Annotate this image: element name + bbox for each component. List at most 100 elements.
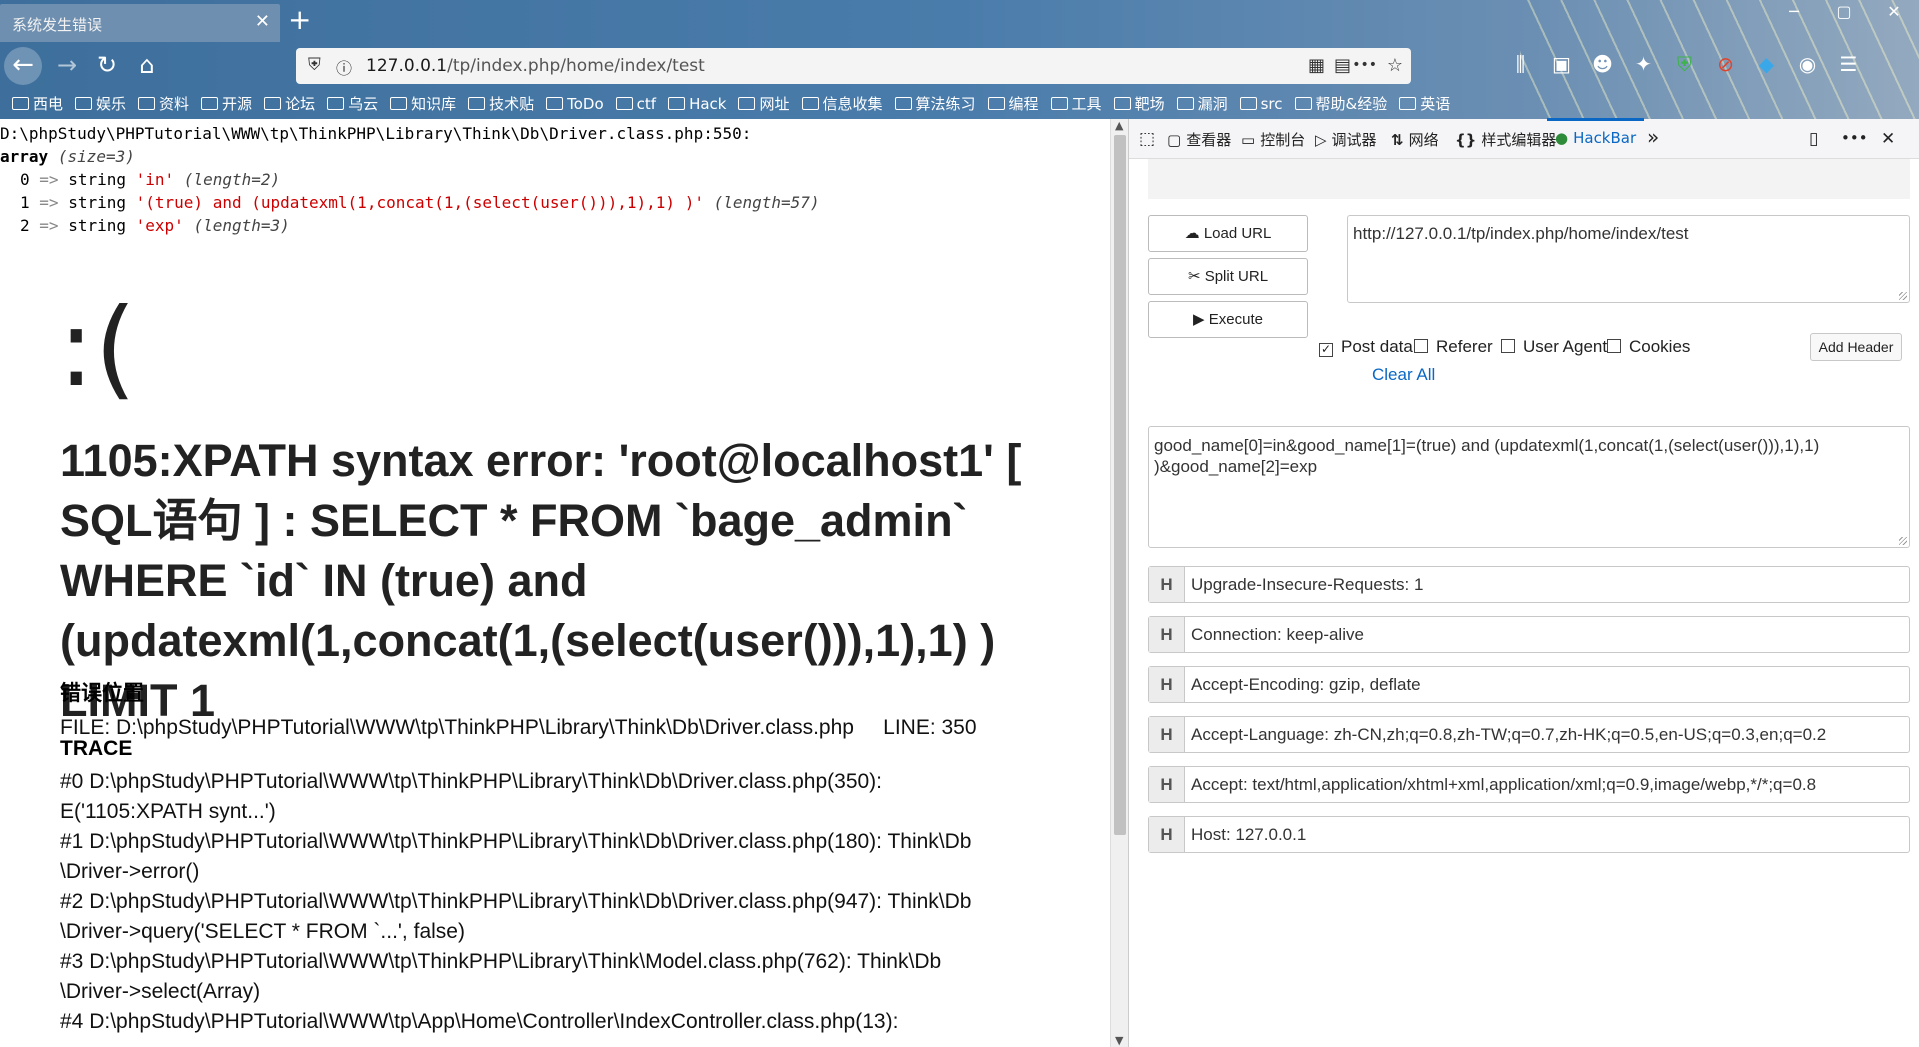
tab-style-editor[interactable]: {} 样式编辑器 — [1455, 129, 1556, 150]
bookmark-label: 网址 — [759, 95, 790, 113]
window-close-button[interactable]: ✕ — [1869, 2, 1919, 21]
execute-button[interactable]: ▶ Execute — [1148, 301, 1308, 338]
folder-icon — [390, 97, 408, 110]
dump-value: '(true) and (updatexml(1,concat(1,(selec… — [135, 193, 704, 212]
header-row[interactable]: H Accept-Encoding: gzip, deflate — [1148, 666, 1910, 703]
bookmark-folder[interactable]: 信息收集 — [801, 90, 883, 118]
header-value[interactable]: Connection: keep-alive — [1191, 625, 1364, 645]
header-row[interactable]: H Host: 127.0.0.1 — [1148, 816, 1910, 853]
clear-all-link[interactable]: Clear All — [1372, 365, 1435, 385]
tab-close-icon[interactable]: ✕ — [255, 11, 270, 32]
bookmark-folder[interactable]: src — [1239, 90, 1283, 118]
library-icon[interactable]: ⫼ — [1500, 52, 1541, 76]
bookmark-folder[interactable]: 算法练习 — [894, 90, 976, 118]
bookmark-folder[interactable]: 工具 — [1050, 90, 1102, 118]
resize-grip[interactable] — [1899, 292, 1907, 300]
proxy-icon[interactable]: ◆ — [1746, 52, 1787, 76]
theme-icon[interactable]: ◉ — [1787, 52, 1828, 76]
bookmark-folder[interactable]: 漏洞 — [1176, 90, 1228, 118]
menu-icon[interactable]: ☰ — [1828, 52, 1869, 76]
inspector-icon: ▢ — [1167, 131, 1182, 149]
maximize-button[interactable]: ▢ — [1819, 2, 1869, 21]
tab-console[interactable]: ▭ 控制台 — [1241, 129, 1305, 150]
qr-code-icon[interactable]: ▦ — [1308, 55, 1325, 76]
scroll-up-icon[interactable]: ▲ — [1115, 119, 1123, 132]
header-value[interactable]: Accept: text/html,application/xhtml+xml,… — [1191, 775, 1816, 795]
bookmark-folder[interactable]: 西电 — [12, 90, 63, 118]
home-button[interactable]: ⌂ — [128, 47, 166, 85]
option-cookies[interactable]: Cookies — [1607, 337, 1690, 357]
reader-view-icon[interactable]: ▤ — [1334, 55, 1351, 76]
scroll-down-icon[interactable]: ▼ — [1115, 1034, 1123, 1047]
bookmark-folder[interactable]: 帮助&经验 — [1294, 90, 1387, 118]
dump-row: 2 => string 'exp' (length=3) — [0, 214, 1110, 237]
bookmark-folder[interactable]: ToDo — [546, 90, 604, 118]
option-post-data[interactable]: ✓ Post data — [1319, 337, 1413, 357]
adblock-shield-icon[interactable]: ⛨ — [1664, 52, 1705, 76]
bookmark-label: 工具 — [1071, 95, 1102, 113]
header-value[interactable]: Host: 127.0.0.1 — [1191, 825, 1306, 845]
bookmark-star-icon[interactable]: ☆ — [1387, 55, 1403, 76]
more-tabs-icon[interactable]: » — [1647, 125, 1659, 149]
bookmark-folder[interactable]: 编程 — [987, 90, 1039, 118]
checkbox[interactable]: ✓ — [1319, 343, 1333, 357]
back-button[interactable]: ← — [4, 47, 42, 85]
checkbox[interactable] — [1607, 339, 1621, 353]
new-tab-button[interactable]: + — [288, 4, 311, 36]
add-header-button[interactable]: Add Header — [1810, 333, 1902, 361]
bookmark-folder[interactable]: 靶场 — [1113, 90, 1165, 118]
header-row[interactable]: H Upgrade-Insecure-Requests: 1 — [1148, 566, 1910, 603]
devtools-menu-icon[interactable]: ••• — [1841, 129, 1868, 147]
bookmark-folder[interactable]: Hack — [668, 90, 726, 118]
bookmark-folder[interactable]: 英语 — [1399, 90, 1450, 118]
header-row[interactable]: H Connection: keep-alive — [1148, 616, 1910, 653]
bookmark-folder[interactable]: 娱乐 — [75, 90, 126, 118]
reload-button[interactable]: ↻ — [88, 47, 126, 85]
url-path: /tp/index.php/home/index/test — [447, 56, 705, 76]
tab-hackbar[interactable]: ● HackBar — [1546, 118, 1645, 147]
forward-button[interactable]: → — [48, 47, 86, 85]
bookmark-folder[interactable]: 开源 — [201, 90, 252, 118]
dock-icon[interactable]: ▯ — [1809, 129, 1818, 149]
tab-network[interactable]: ⇅ 网络 — [1391, 129, 1439, 150]
header-row[interactable]: H Accept-Language: zh-CN,zh;q=0.8,zh-TW;q… — [1148, 716, 1910, 753]
checkbox[interactable] — [1414, 339, 1428, 353]
page-actions-icon[interactable]: ••• — [1352, 57, 1377, 73]
post-data-input[interactable]: good_name[0]=in&good_name[1]=(true) and … — [1148, 426, 1910, 548]
browser-tab[interactable]: 系统发生错误 ✕ — [0, 4, 280, 42]
sidebar-icon[interactable]: ▣ — [1541, 52, 1582, 76]
load-url-button[interactable]: ☁ Load URL — [1148, 215, 1308, 252]
scroll-thumb[interactable] — [1114, 135, 1126, 835]
header-value[interactable]: Accept-Language: zh-CN,zh;q=0.8,zh-TW;q=… — [1191, 725, 1826, 745]
bookmark-folder[interactable]: 论坛 — [264, 90, 315, 118]
account-icon[interactable]: ☻ — [1582, 52, 1623, 76]
trace-line: E('1105:XPATH synt...') — [60, 800, 276, 823]
page-scrollbar[interactable]: ▲ ▼ — [1110, 119, 1128, 1047]
bookmark-folder[interactable]: 网址 — [738, 90, 790, 118]
info-icon[interactable]: ⓘ — [336, 55, 352, 79]
tab-debugger[interactable]: ▷ 调试器 — [1315, 129, 1377, 150]
resize-grip[interactable] — [1899, 537, 1907, 545]
extension-icon[interactable]: ✦ — [1623, 52, 1664, 76]
bookmark-folder[interactable]: 技术贴 — [468, 90, 534, 118]
bookmark-folder[interactable]: 资料 — [138, 90, 189, 118]
element-picker-icon[interactable]: ⬚ — [1139, 129, 1155, 149]
bookmark-folder[interactable]: 知识库 — [390, 90, 456, 118]
hackbar-url-input[interactable]: http://127.0.0.1/tp/index.php/home/index… — [1347, 215, 1910, 303]
option-user-agent[interactable]: User Agent — [1501, 337, 1607, 357]
minimize-button[interactable]: ─ — [1769, 2, 1819, 21]
url-bar[interactable]: ⛨ ⓘ 127.0.0.1/tp/index.php/home/index/te… — [296, 48, 1411, 84]
header-value[interactable]: Upgrade-Insecure-Requests: 1 — [1191, 575, 1423, 595]
header-value[interactable]: Accept-Encoding: gzip, deflate — [1191, 675, 1421, 695]
trace-line: #3 D:\phpStudy\PHPTutorial\WWW\tp\ThinkP… — [60, 950, 942, 973]
shield-icon[interactable]: ⛨ — [308, 55, 321, 75]
bookmark-folder[interactable]: 乌云 — [327, 90, 378, 118]
block-icon[interactable]: ⊘ — [1705, 52, 1746, 76]
option-referer[interactable]: Referer — [1414, 337, 1493, 357]
bookmark-folder[interactable]: ctf — [615, 90, 656, 118]
tab-inspector[interactable]: ▢ 查看器 — [1167, 129, 1231, 150]
checkbox[interactable] — [1501, 339, 1515, 353]
header-row[interactable]: H Accept: text/html,application/xhtml+xml… — [1148, 766, 1910, 803]
devtools-close-icon[interactable]: ✕ — [1881, 129, 1895, 149]
split-url-button[interactable]: ✂ Split URL — [1148, 258, 1308, 295]
